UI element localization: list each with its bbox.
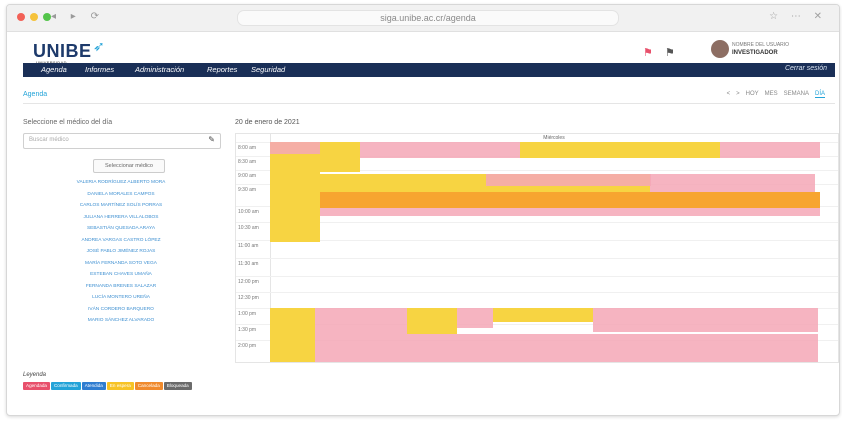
legend-chip: Agendada — [23, 382, 50, 390]
time-label: 10:30 am — [238, 225, 259, 231]
time-slot[interactable]: 10:30 am — [236, 222, 838, 237]
appointment-event[interactable] — [593, 308, 818, 332]
legend-chip: Atendida — [81, 382, 106, 390]
app-header: UNIBE UNIVERSIDAD IBEROAMERICANA ➶ ⚑ ⚑ N… — [7, 32, 839, 70]
time-label: 10:00 am — [238, 209, 259, 215]
appointment-event[interactable] — [320, 142, 360, 172]
list-item[interactable]: LUCÍA MONTERO UREÑA — [23, 292, 219, 304]
list-item[interactable]: JULIANA HERRERA VILLALOBOS — [23, 212, 219, 224]
appointment-event[interactable] — [486, 174, 651, 186]
unibe-logo[interactable]: UNIBE UNIVERSIDAD IBEROAMERICANA — [33, 41, 92, 70]
day-calendar: Miércoles 8:00 am 8:30 am 9:00 am 9:30 a… — [235, 133, 839, 363]
time-label: 11:30 am — [238, 261, 259, 267]
browser-window: ◂ ▸ ⟳ siga.unibe.ac.cr/agenda ☆ ⋯ ✕ UNIB… — [6, 4, 840, 416]
breadcrumb[interactable]: Agenda — [23, 91, 47, 98]
logout-link[interactable]: Cerrar sesión — [785, 65, 827, 72]
appointment-event[interactable] — [650, 174, 815, 192]
appointment-event[interactable] — [520, 142, 620, 158]
doctor-list: VALERIA RODRÍGUEZ ALBERTO MORA DANIELA M… — [23, 177, 219, 327]
time-label: 12:00 pm — [238, 279, 259, 285]
legend-chip: En espera — [106, 382, 134, 390]
appointment-event[interactable] — [320, 192, 820, 208]
appointment-event[interactable] — [720, 142, 820, 158]
divider — [23, 103, 835, 104]
legend-chip: Cancelada — [134, 382, 163, 390]
logo-text: UNIBE — [33, 41, 92, 61]
main-navbar: Agenda Informes Administración Reportes … — [23, 63, 835, 77]
maximize-dot-icon[interactable] — [43, 13, 51, 21]
list-item[interactable]: ESTEBAN CHAVES UMAÑA — [23, 269, 219, 281]
time-label: 8:00 am — [238, 145, 257, 151]
time-label: 1:00 pm — [238, 311, 257, 317]
appointment-event[interactable] — [620, 142, 720, 158]
nav-seguridad[interactable]: Seguridad — [251, 65, 285, 74]
time-slot[interactable]: 11:00 am — [236, 240, 838, 255]
list-item[interactable]: CARLOS MARTÍNEZ SOLÍS PORRAS — [23, 200, 219, 212]
time-slot[interactable]: 12:30 pm — [236, 292, 838, 307]
list-item[interactable]: IVÁN CORDERO BARQUERO — [23, 304, 219, 316]
appointment-event[interactable] — [270, 308, 315, 362]
settings-icon[interactable]: ⚑ — [665, 46, 675, 59]
avatar — [711, 40, 729, 58]
list-item[interactable]: FERNANDA BRENES SALAZAR — [23, 281, 219, 293]
tab-week[interactable]: SEMANA — [784, 91, 809, 98]
appointment-event[interactable] — [407, 334, 818, 362]
appointment-event[interactable] — [360, 142, 520, 158]
nav-administracion[interactable]: Administración — [135, 65, 184, 74]
user-role: INVESTIGADOR — [732, 50, 778, 56]
legend: Agendada Confirmada Atendida En espera C… — [23, 382, 192, 390]
time-label: 9:30 am — [238, 187, 257, 193]
prev-button[interactable]: < — [727, 91, 731, 98]
browser-nav-icons[interactable]: ◂ ▸ ⟳ — [51, 11, 105, 22]
address-bar[interactable]: siga.unibe.ac.cr/agenda — [237, 10, 619, 26]
time-slot[interactable]: 12:00 pm — [236, 276, 838, 291]
window-controls — [17, 13, 51, 21]
doctor-search-input[interactable]: Buscar médico ✎ — [23, 133, 221, 149]
list-item[interactable]: VALERIA RODRÍGUEZ ALBERTO MORA — [23, 177, 219, 189]
list-item[interactable]: ANDREA VARGAS CASTRO LÓPEZ — [23, 235, 219, 247]
list-item[interactable]: MARIO SÁNCHEZ ALVARADO — [23, 315, 219, 327]
appointment-event[interactable] — [270, 142, 320, 242]
appointment-event[interactable] — [320, 208, 820, 216]
appointment-event[interactable] — [315, 308, 407, 362]
time-label: 11:00 am — [238, 243, 259, 249]
select-doctor-button[interactable]: Seleccionar médico — [93, 159, 165, 173]
time-label: 9:00 am — [238, 173, 257, 179]
list-item[interactable]: DANIELA MORALES CAMPOS — [23, 189, 219, 201]
list-item[interactable]: JOSÉ PABLO JIMÉNEZ ROJAS — [23, 246, 219, 258]
time-label: 8:30 am — [238, 159, 257, 165]
appointment-event[interactable] — [493, 308, 593, 322]
minimize-dot-icon[interactable] — [30, 13, 38, 21]
search-placeholder: Buscar médico — [29, 137, 69, 143]
list-item[interactable]: MARÍA FERNANDA SOTO VEGA — [23, 258, 219, 270]
nav-informes[interactable]: Informes — [85, 65, 114, 74]
legend-title: Leyenda — [23, 372, 47, 378]
browser-chrome: ◂ ▸ ⟳ siga.unibe.ac.cr/agenda ☆ ⋯ ✕ — [7, 5, 839, 32]
view-tabs: < > HOY MES SEMANA DÍA — [727, 91, 825, 98]
appointment-event[interactable] — [407, 308, 457, 334]
pin-icon[interactable]: ✎ — [208, 135, 215, 144]
legend-chip: Confirmada — [50, 382, 81, 390]
user-name: NOMBRE DEL USUARIO — [732, 42, 790, 48]
nav-reportes[interactable]: Reportes — [207, 65, 237, 74]
time-slot[interactable]: 11:30 am — [236, 258, 838, 273]
tab-month[interactable]: MES — [765, 91, 778, 98]
time-label: 12:30 pm — [238, 295, 259, 301]
next-button[interactable]: > — [736, 91, 740, 98]
nav-agenda[interactable]: Agenda — [41, 65, 67, 74]
left-panel-title: Seleccione el médico del día — [23, 119, 113, 126]
time-label: 2:00 pm — [238, 343, 257, 349]
tab-day[interactable]: DÍA — [814, 91, 825, 98]
appointment-event[interactable] — [457, 308, 493, 328]
list-item[interactable]: SEBASTIÁN QUESADA ARAYA — [23, 223, 219, 235]
notification-icon[interactable]: ⚑ — [643, 46, 653, 59]
today-button[interactable]: HOY — [746, 91, 759, 98]
legend-chip: Bloqueada — [163, 382, 192, 390]
close-dot-icon[interactable] — [17, 13, 25, 21]
logo-swoosh-icon: ➶ — [93, 38, 105, 54]
appointment-event[interactable] — [270, 142, 320, 154]
time-label: 1:30 pm — [238, 327, 257, 333]
browser-tools-icons[interactable]: ☆ ⋯ ✕ — [769, 11, 827, 22]
calendar-title: 20 de enero de 2021 — [235, 119, 300, 126]
